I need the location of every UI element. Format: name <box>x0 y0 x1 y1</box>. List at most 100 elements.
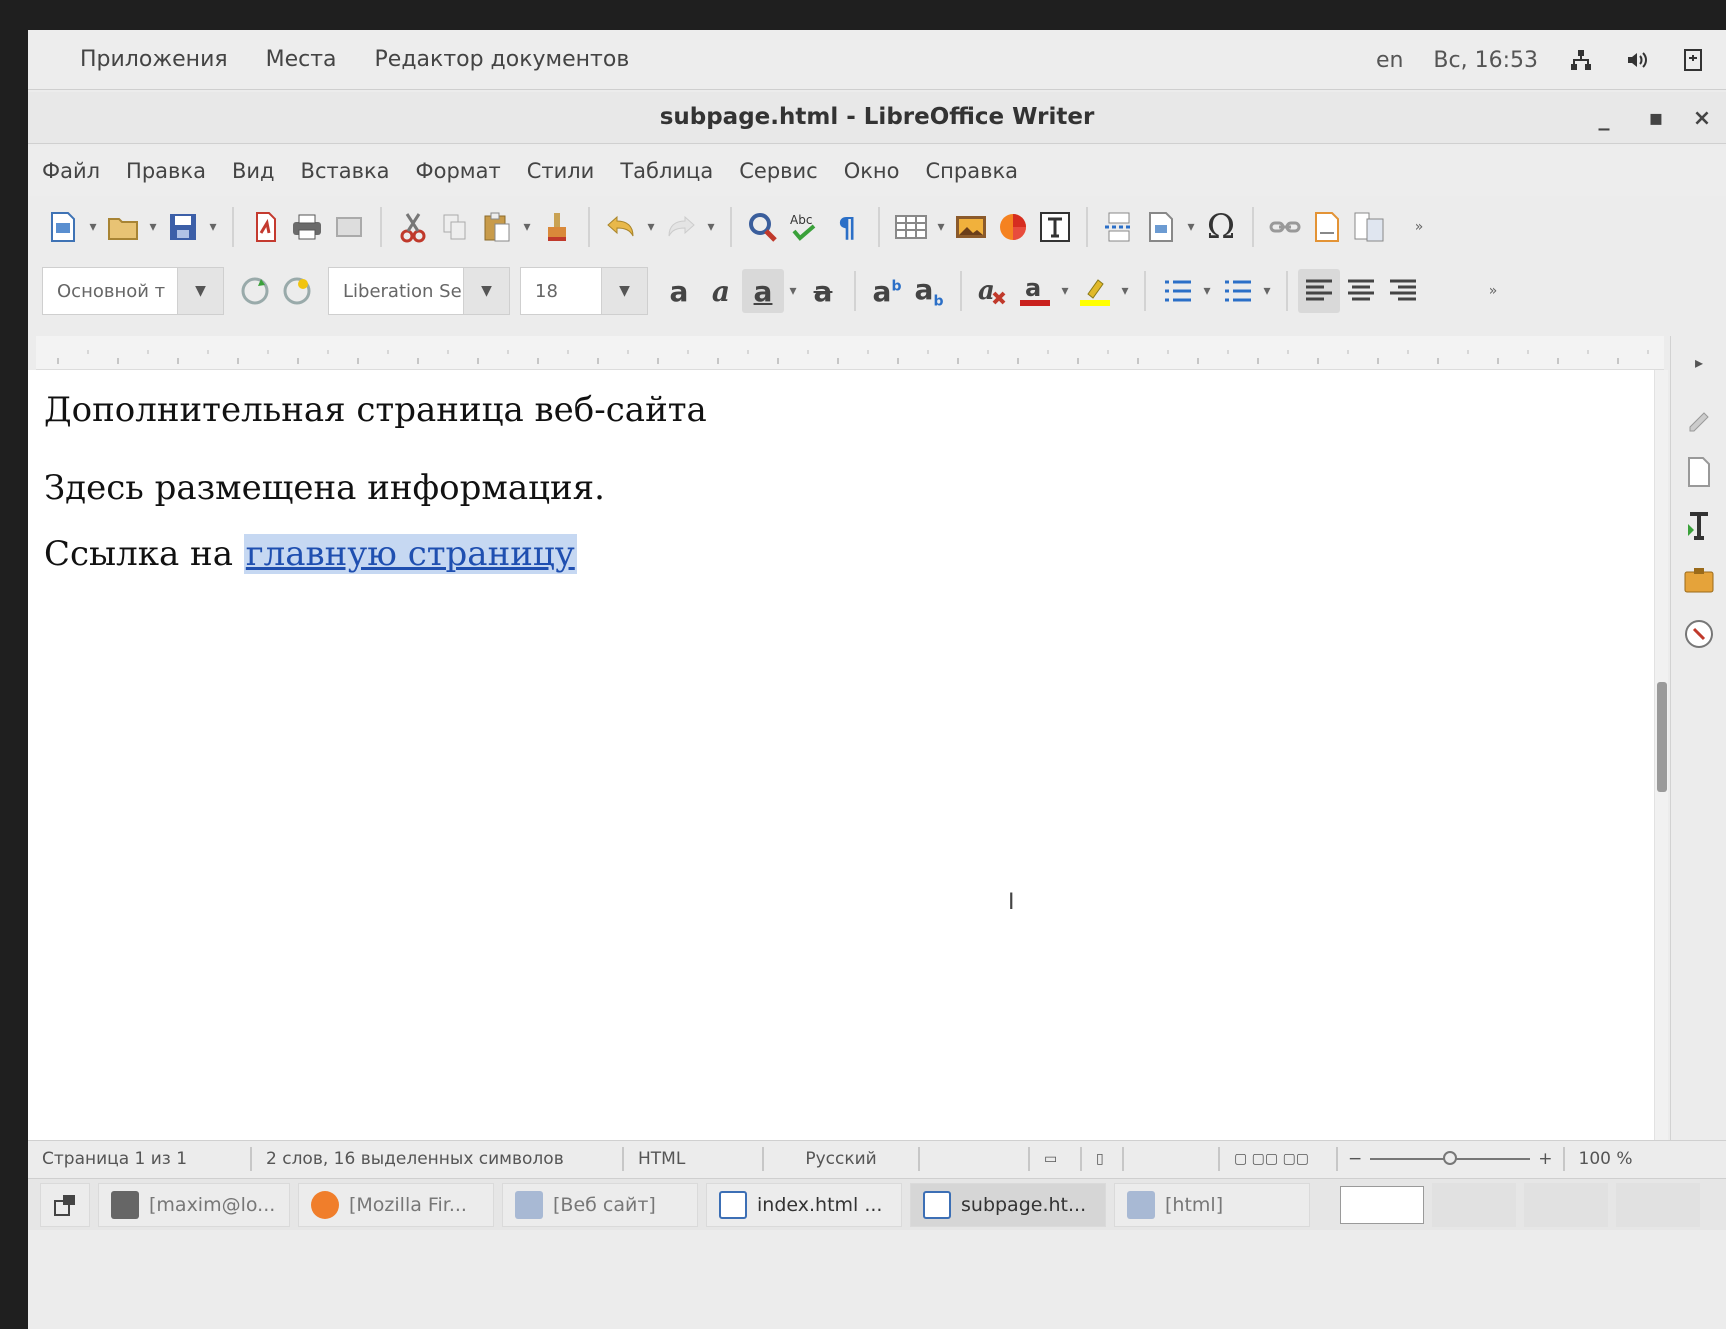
save-icon[interactable] <box>162 205 204 249</box>
export-pdf-icon[interactable] <box>244 205 286 249</box>
hyperlink-main-page[interactable]: главную страницу <box>243 534 577 574</box>
track-changes-icon[interactable] <box>1348 205 1390 249</box>
bullet-list-icon[interactable] <box>1156 269 1198 313</box>
insert-field-icon[interactable] <box>1140 205 1182 249</box>
align-right-icon[interactable] <box>1382 269 1424 313</box>
window-titlebar[interactable]: subpage.html - LibreOffice Writer _ ▪ × <box>28 92 1726 144</box>
zoom-slider-knob[interactable] <box>1443 1150 1458 1165</box>
show-desktop-icon[interactable] <box>40 1182 90 1227</box>
paste-dropdown-icon[interactable]: ▾ <box>518 205 536 249</box>
insert-textbox-icon[interactable] <box>1034 205 1076 249</box>
insert-table-icon[interactable] <box>890 205 932 249</box>
zoom-in-icon[interactable]: + <box>1538 1149 1552 1169</box>
open-folder-icon[interactable] <box>102 205 144 249</box>
power-icon[interactable] <box>1680 47 1706 73</box>
zoom-control[interactable]: − + <box>1338 1149 1563 1169</box>
applications-menu[interactable]: Приложения <box>80 47 228 72</box>
menu-table[interactable]: Таблица <box>620 159 713 183</box>
styles-icon[interactable] <box>1679 506 1719 546</box>
document-paragraph-link[interactable]: Ссылка на главную страницу <box>44 534 577 574</box>
page-style[interactable]: HTML <box>624 1146 764 1171</box>
volume-icon[interactable] <box>1624 47 1650 73</box>
new-dropdown-icon[interactable]: ▾ <box>84 205 102 249</box>
taskbar-item-website-folder[interactable]: [Веб сайт] <box>502 1182 698 1227</box>
scrollbar-thumb[interactable] <box>1657 682 1667 792</box>
new-document-icon[interactable] <box>42 205 84 249</box>
selection-mode-icon[interactable]: ▭ <box>1030 1146 1082 1171</box>
document-heading[interactable]: Дополнительная страница веб-сайта <box>44 390 707 430</box>
highlight-dropdown-icon[interactable]: ▾ <box>1116 269 1134 313</box>
align-left-icon[interactable] <box>1298 269 1340 313</box>
menu-view[interactable]: Вид <box>232 159 275 183</box>
document-editor-menu[interactable]: Редактор документов <box>375 47 630 72</box>
toolbar-overflow-icon[interactable]: » <box>1410 205 1428 249</box>
workspace-slot[interactable] <box>1616 1182 1700 1227</box>
workspace-slot[interactable] <box>1432 1182 1516 1227</box>
field-dropdown-icon[interactable]: ▾ <box>1182 205 1200 249</box>
footnote-icon[interactable] <box>1306 205 1348 249</box>
page-icon[interactable] <box>1679 452 1719 492</box>
undo-dropdown-icon[interactable]: ▾ <box>642 205 660 249</box>
workspace-switcher[interactable] <box>1340 1185 1424 1224</box>
formatting-marks-icon[interactable]: ¶ <box>826 205 868 249</box>
menu-file[interactable]: Файл <box>42 159 100 183</box>
print-icon[interactable] <box>286 205 328 249</box>
digital-signature[interactable] <box>1124 1146 1220 1171</box>
subscript-icon[interactable]: ab <box>908 269 950 313</box>
numbered-dropdown-icon[interactable]: ▾ <box>1258 269 1276 313</box>
word-count[interactable]: 2 слов, 16 выделенных символов <box>252 1146 624 1171</box>
undo-icon[interactable] <box>600 205 642 249</box>
text-language[interactable]: Русский <box>764 1146 920 1171</box>
paste-icon[interactable] <box>476 205 518 249</box>
new-style-icon[interactable] <box>276 269 318 313</box>
align-center-icon[interactable] <box>1340 269 1382 313</box>
gallery-icon[interactable] <box>1679 560 1719 600</box>
page-count[interactable]: Страница 1 из 1 <box>28 1146 252 1171</box>
superscript-icon[interactable]: ab <box>866 269 908 313</box>
view-layout-icons[interactable]: ▢ ▢▢ ▢▢ <box>1220 1146 1338 1171</box>
maximize-button[interactable]: ▪ <box>1638 102 1674 134</box>
menu-window[interactable]: Окно <box>844 159 900 183</box>
insert-mode[interactable] <box>920 1146 1030 1171</box>
chevron-down-icon[interactable]: ▼ <box>463 268 509 314</box>
menu-insert[interactable]: Вставка <box>301 159 390 183</box>
close-button[interactable]: × <box>1684 102 1720 134</box>
horizontal-ruler[interactable] <box>36 336 1664 370</box>
font-color-icon[interactable]: a <box>1014 269 1056 313</box>
properties-icon[interactable] <box>1679 398 1719 438</box>
find-replace-icon[interactable] <box>742 205 784 249</box>
document-paragraph[interactable]: Здесь размещена информация. <box>44 468 605 508</box>
zoom-out-icon[interactable]: − <box>1348 1149 1362 1169</box>
chevron-down-icon[interactable]: ▼ <box>601 268 647 314</box>
taskbar-item-subpage-html[interactable]: subpage.ht... <box>910 1182 1106 1227</box>
font-size-combo[interactable]: 18 ▼ <box>520 267 648 315</box>
insert-chart-icon[interactable] <box>992 205 1034 249</box>
insert-image-icon[interactable] <box>950 205 992 249</box>
bullet-dropdown-icon[interactable]: ▾ <box>1198 269 1216 313</box>
font-name-combo[interactable]: Liberation Se ▼ <box>328 267 510 315</box>
document-page[interactable]: Дополнительная страница веб-сайта Здесь … <box>28 370 1668 1140</box>
menu-edit[interactable]: Правка <box>126 159 206 183</box>
bold-icon[interactable]: a <box>658 269 700 313</box>
underline-dropdown-icon[interactable]: ▾ <box>784 269 802 313</box>
toolbar-overflow-icon[interactable]: » <box>1484 269 1502 313</box>
menu-styles[interactable]: Стили <box>527 159 595 183</box>
highlight-color-icon[interactable] <box>1074 269 1116 313</box>
clear-formatting-icon[interactable]: a <box>972 269 1014 313</box>
zoom-slider[interactable] <box>1370 1150 1531 1165</box>
clone-formatting-icon[interactable] <box>536 205 578 249</box>
taskbar-item-html-folder[interactable]: [html] <box>1114 1182 1310 1227</box>
special-character-icon[interactable]: Ω <box>1200 205 1242 249</box>
taskbar-item-terminal[interactable]: [maxim@lo... <box>98 1182 290 1227</box>
chevron-down-icon[interactable]: ▼ <box>177 268 223 314</box>
cut-icon[interactable] <box>392 205 434 249</box>
table-dropdown-icon[interactable]: ▾ <box>932 205 950 249</box>
zoom-level[interactable]: 100 % <box>1562 1146 1647 1171</box>
save-dropdown-icon[interactable]: ▾ <box>204 205 222 249</box>
page-break-icon[interactable] <box>1098 205 1140 249</box>
update-style-icon[interactable] <box>234 269 276 313</box>
copy-icon[interactable] <box>434 205 476 249</box>
paragraph-style-combo[interactable]: Основной т ▼ <box>42 267 224 315</box>
keyboard-layout[interactable]: en <box>1376 48 1403 73</box>
redo-dropdown-icon[interactable]: ▾ <box>702 205 720 249</box>
